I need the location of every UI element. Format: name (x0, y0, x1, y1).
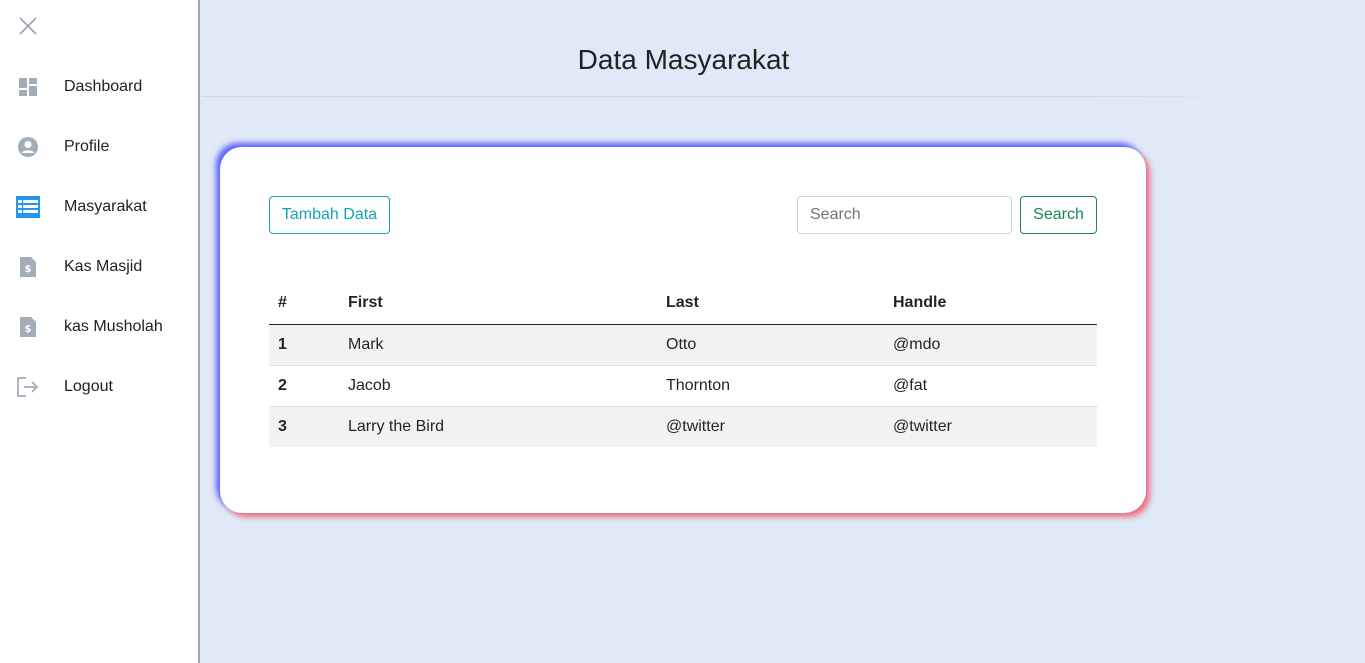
page-title: Data Masyarakat (577, 44, 790, 75)
title-divider (202, 96, 1242, 97)
search-button[interactable]: Search (1020, 196, 1097, 234)
cell-number: 1 (269, 323, 339, 365)
close-icon[interactable] (16, 14, 40, 38)
table-row: 2 Jacob Thornton @fat (269, 364, 1097, 406)
cell-first: Larry the Bird (339, 405, 657, 447)
svg-text:$: $ (25, 324, 32, 335)
sidebar-item-profile[interactable]: Profile (0, 127, 198, 167)
table-row: 3 Larry the Bird @twitter @twitter (269, 405, 1097, 447)
sidebar-item-dashboard[interactable]: Dashboard (0, 67, 198, 107)
main-content: Data Masyarakat Tambah Data Search # Fir… (202, 0, 1365, 663)
sidebar-item-label: Profile (64, 138, 110, 155)
cell-last: Otto (657, 323, 884, 365)
cell-first: Mark (339, 323, 657, 365)
data-table: # First Last Handle 1 Mark Otto @mdo 2 J… (269, 283, 1097, 447)
sidebar-item-kas-masjid[interactable]: $ Kas Masjid (0, 247, 198, 287)
sidebar-item-label: Kas Masjid (64, 258, 143, 275)
close-sidebar-button[interactable] (16, 14, 40, 38)
column-header-last: Last (657, 283, 884, 325)
column-header-handle: Handle (884, 283, 1097, 325)
svg-text:$: $ (25, 264, 32, 275)
sidebar: Dashboard Profile Masyarakat $ Kas Masji… (0, 0, 200, 663)
sidebar-item-label: kas Musholah (64, 318, 163, 335)
cell-number: 3 (269, 405, 339, 447)
table-row: 1 Mark Otto @mdo (269, 323, 1097, 365)
cell-last: Thornton (657, 364, 884, 406)
data-card: Tambah Data Search # First Last Handle 1… (220, 147, 1146, 513)
user-circle-icon (16, 135, 40, 159)
cell-number: 2 (269, 364, 339, 406)
cell-handle: @mdo (884, 323, 1097, 365)
table-header-row: # First Last Handle (269, 283, 1097, 325)
cell-handle: @fat (884, 364, 1097, 406)
cell-handle: @twitter (884, 405, 1097, 447)
column-header-first: First (339, 283, 657, 325)
sidebar-item-label: Dashboard (64, 78, 143, 95)
column-header-number: # (269, 283, 339, 325)
sidebar-item-logout[interactable]: Logout (0, 367, 198, 407)
dollar-document-icon: $ (16, 255, 40, 279)
sidebar-item-label: Masyarakat (64, 198, 147, 215)
dashboard-icon (16, 75, 40, 99)
search-input[interactable] (797, 196, 1012, 234)
sidebar-item-masyarakat[interactable]: Masyarakat (0, 187, 198, 227)
table-icon (16, 195, 40, 219)
logout-icon (16, 375, 40, 399)
cell-first: Jacob (339, 364, 657, 406)
dollar-document-icon: $ (16, 315, 40, 339)
sidebar-item-label: Logout (64, 378, 113, 395)
cell-last: @twitter (657, 405, 884, 447)
add-data-button[interactable]: Tambah Data (269, 196, 390, 234)
sidebar-item-kas-musholah[interactable]: $ kas Musholah (0, 307, 198, 347)
